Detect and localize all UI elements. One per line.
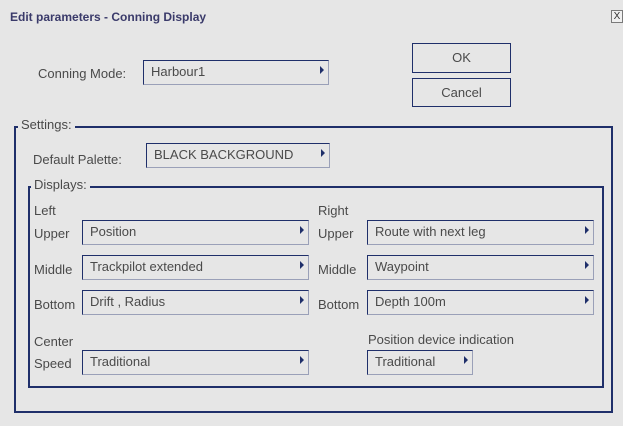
close-button[interactable]: X	[611, 10, 623, 23]
right-bottom-value: Depth 100m	[375, 294, 446, 309]
chevron-right-icon	[585, 261, 589, 269]
left-middle-value: Trackpilot extended	[90, 259, 203, 274]
center-speed-value: Traditional	[90, 354, 151, 369]
left-bottom-value: Drift , Radius	[90, 294, 166, 309]
center-heading: Center	[34, 334, 74, 349]
left-upper-value: Position	[90, 224, 137, 239]
right-middle-dropdown[interactable]: Waypoint	[367, 255, 594, 280]
dialog-title: Edit parameters - Conning Display	[10, 10, 207, 24]
title-bar: Edit parameters - Conning Display X	[0, 0, 623, 32]
chevron-right-icon	[300, 261, 304, 269]
chevron-right-icon	[585, 296, 589, 304]
chevron-right-icon	[300, 356, 304, 364]
right-bottom-label: Bottom	[318, 297, 360, 312]
left-upper-dropdown[interactable]: Position	[82, 220, 309, 245]
ok-button-label: OK	[452, 50, 471, 65]
center-speed-label: Speed	[34, 356, 72, 371]
position-device-dropdown[interactable]: Traditional	[367, 350, 473, 375]
right-middle-label: Middle	[318, 262, 357, 277]
conning-mode-value: Harbour1	[151, 64, 206, 79]
chevron-right-icon	[464, 356, 468, 364]
conning-mode-dropdown[interactable]: Harbour1	[143, 60, 329, 85]
cancel-button[interactable]: Cancel	[412, 78, 511, 107]
conning-display-dialog: Edit parameters - Conning Display X Conn…	[0, 0, 623, 426]
right-bottom-dropdown[interactable]: Depth 100m	[367, 290, 594, 315]
right-middle-value: Waypoint	[375, 259, 429, 274]
left-bottom-label: Bottom	[34, 297, 76, 312]
right-upper-dropdown[interactable]: Route with next leg	[367, 220, 594, 245]
cancel-button-label: Cancel	[441, 85, 482, 100]
chevron-right-icon	[300, 296, 304, 304]
position-device-value: Traditional	[375, 354, 436, 369]
ok-button[interactable]: OK	[412, 43, 511, 73]
chevron-right-icon	[320, 66, 324, 74]
chevron-right-icon	[585, 226, 589, 234]
default-palette-value: BLACK BACKGROUND	[154, 147, 294, 162]
left-middle-label: Middle	[34, 262, 73, 277]
left-bottom-dropdown[interactable]: Drift , Radius	[82, 290, 309, 315]
chevron-right-icon	[321, 149, 325, 157]
left-upper-label: Upper	[34, 226, 70, 241]
right-upper-value: Route with next leg	[375, 224, 486, 239]
left-middle-dropdown[interactable]: Trackpilot extended	[82, 255, 309, 280]
default-palette-label: Default Palette:	[33, 152, 122, 167]
position-device-label: Position device indication	[368, 332, 514, 347]
displays-legend: Displays:	[31, 177, 90, 192]
conning-mode-label: Conning Mode:	[38, 66, 127, 81]
right-upper-label: Upper	[318, 226, 354, 241]
close-icon: X	[613, 11, 621, 22]
center-speed-dropdown[interactable]: Traditional	[82, 350, 309, 375]
default-palette-dropdown[interactable]: BLACK BACKGROUND	[146, 143, 330, 168]
settings-legend: Settings:	[18, 117, 75, 132]
chevron-right-icon	[300, 226, 304, 234]
right-heading: Right	[318, 203, 349, 218]
left-heading: Left	[34, 203, 56, 218]
